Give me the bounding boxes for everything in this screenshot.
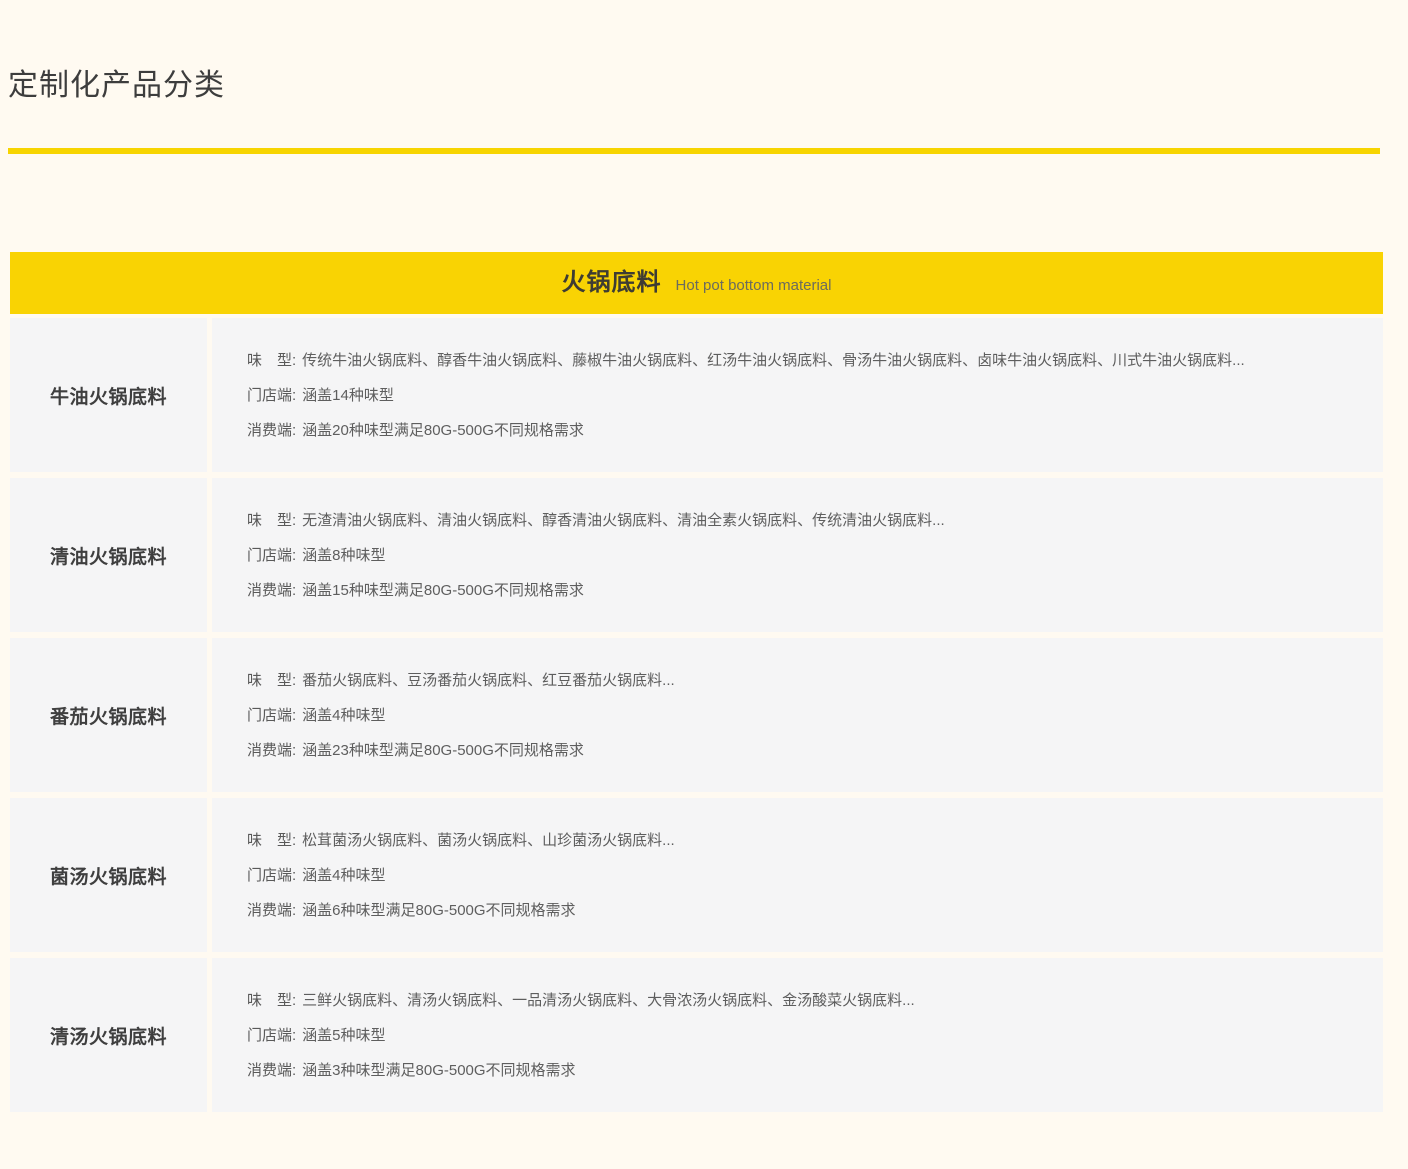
detail-label: 味 型: [247, 352, 296, 369]
detail-label: 消费端: [247, 582, 296, 599]
detail-label: 门店端: [247, 707, 296, 724]
detail-label: 消费端: [247, 422, 296, 439]
detail-value: 无渣清油火锅底料、清油火锅底料、醇香清油火锅底料、清油全素火锅底料、传统清油火锅… [302, 512, 945, 529]
detail-value: 涵盖4种味型 [302, 707, 385, 724]
detail-label: 消费端: [247, 742, 296, 759]
detail-line-store: 门店端: 涵盖14种味型 [247, 386, 1363, 405]
detail-line-consumer: 消费端: 涵盖15种味型满足80G-500G不同规格需求 [247, 581, 1363, 600]
page: 定制化产品分类 火锅底料 Hot pot bottom material 牛油火… [0, 70, 1408, 1169]
detail-label: 味 型: [247, 672, 296, 689]
page-title: 定制化产品分类 [8, 70, 1408, 102]
detail-line-flavor: 味 型: 番茄火锅底料、豆汤番茄火锅底料、红豆番茄火锅底料... [247, 671, 1363, 690]
hotpot-section: 火锅底料 Hot pot bottom material 牛油火锅底料 味 型:… [10, 252, 1383, 1112]
detail-label: 味 型: [247, 832, 296, 849]
detail-label: 味 型: [247, 992, 296, 1009]
detail-value: 传统牛油火锅底料、醇香牛油火锅底料、藤椒牛油火锅底料、红汤牛油火锅底料、骨汤牛油… [302, 352, 1245, 369]
section-header: 火锅底料 Hot pot bottom material [10, 252, 1383, 314]
detail-value: 三鲜火锅底料、清汤火锅底料、一品清汤火锅底料、大骨浓汤火锅底料、金汤酸菜火锅底料… [302, 992, 915, 1009]
detail-label: 消费端: [247, 902, 296, 919]
section-title-en: Hot pot bottom material [676, 255, 832, 317]
detail-line-flavor: 味 型: 传统牛油火锅底料、醇香牛油火锅底料、藤椒牛油火锅底料、红汤牛油火锅底料、… [247, 351, 1363, 370]
detail-value: 涵盖14种味型 [302, 387, 394, 404]
detail-line-store: 门店端: 涵盖8种味型 [247, 546, 1363, 565]
detail-value: 涵盖4种味型 [302, 867, 385, 884]
category-name: 菌汤火锅底料 [10, 798, 207, 952]
yellow-divider [8, 148, 1380, 154]
detail-line-consumer: 消费端: 涵盖6种味型满足80G-500G不同规格需求 [247, 901, 1363, 920]
category-row-beef-tallow: 牛油火锅底料 味 型: 传统牛油火锅底料、醇香牛油火锅底料、藤椒牛油火锅底料、红汤… [10, 318, 1383, 472]
detail-label: 消费端: [247, 1062, 296, 1079]
detail-line-store: 门店端: 涵盖4种味型 [247, 866, 1363, 885]
detail-line-flavor: 味 型: 三鲜火锅底料、清汤火锅底料、一品清汤火锅底料、大骨浓汤火锅底料、金汤酸菜… [247, 991, 1363, 1010]
category-details: 味 型: 三鲜火锅底料、清汤火锅底料、一品清汤火锅底料、大骨浓汤火锅底料、金汤酸菜… [212, 958, 1383, 1112]
detail-value: 松茸菌汤火锅底料、菌汤火锅底料、山珍菌汤火锅底料... [302, 832, 675, 849]
detail-value: 涵盖3种味型满足80G-500G不同规格需求 [302, 1062, 575, 1079]
section-title-cn: 火锅底料 [562, 252, 662, 314]
category-details: 味 型: 传统牛油火锅底料、醇香牛油火锅底料、藤椒牛油火锅底料、红汤牛油火锅底料、… [212, 318, 1383, 472]
detail-line-consumer: 消费端: 涵盖23种味型满足80G-500G不同规格需求 [247, 741, 1363, 760]
category-details: 味 型: 无渣清油火锅底料、清油火锅底料、醇香清油火锅底料、清油全素火锅底料、传统… [212, 478, 1383, 632]
category-name: 清汤火锅底料 [10, 958, 207, 1112]
detail-line-store: 门店端: 涵盖4种味型 [247, 706, 1363, 725]
detail-label: 门店端: [247, 387, 296, 404]
category-name: 牛油火锅底料 [10, 318, 207, 472]
detail-value: 涵盖20种味型满足80G-500G不同规格需求 [302, 422, 584, 439]
category-row-clear-soup: 清汤火锅底料 味 型: 三鲜火锅底料、清汤火锅底料、一品清汤火锅底料、大骨浓汤火锅… [10, 958, 1383, 1112]
category-details: 味 型: 番茄火锅底料、豆汤番茄火锅底料、红豆番茄火锅底料... 门店端: 涵盖4种… [212, 638, 1383, 792]
category-name: 番茄火锅底料 [10, 638, 207, 792]
detail-value: 涵盖8种味型 [302, 547, 385, 564]
detail-value: 涵盖5种味型 [302, 1027, 385, 1044]
detail-line-flavor: 味 型: 无渣清油火锅底料、清油火锅底料、醇香清油火锅底料、清油全素火锅底料、传统… [247, 511, 1363, 530]
category-row-tomato: 番茄火锅底料 味 型: 番茄火锅底料、豆汤番茄火锅底料、红豆番茄火锅底料... 门… [10, 638, 1383, 792]
detail-value: 涵盖6种味型满足80G-500G不同规格需求 [302, 902, 575, 919]
detail-label: 门店端: [247, 547, 296, 564]
category-row-clear-oil: 清油火锅底料 味 型: 无渣清油火锅底料、清油火锅底料、醇香清油火锅底料、清油全素… [10, 478, 1383, 632]
detail-value: 涵盖23种味型满足80G-500G不同规格需求 [302, 742, 584, 759]
category-row-mushroom-soup: 菌汤火锅底料 味 型: 松茸菌汤火锅底料、菌汤火锅底料、山珍菌汤火锅底料... 门… [10, 798, 1383, 952]
category-name: 清油火锅底料 [10, 478, 207, 632]
detail-label: 门店端: [247, 1027, 296, 1044]
detail-line-consumer: 消费端: 涵盖3种味型满足80G-500G不同规格需求 [247, 1061, 1363, 1080]
detail-line-flavor: 味 型: 松茸菌汤火锅底料、菌汤火锅底料、山珍菌汤火锅底料... [247, 831, 1363, 850]
detail-label: 门店端: [247, 867, 296, 884]
category-details: 味 型: 松茸菌汤火锅底料、菌汤火锅底料、山珍菌汤火锅底料... 门店端: 涵盖4种… [212, 798, 1383, 952]
detail-line-consumer: 消费端: 涵盖20种味型满足80G-500G不同规格需求 [247, 421, 1363, 440]
detail-value: 涵盖15种味型满足80G-500G不同规格需求 [302, 582, 584, 599]
detail-value: 番茄火锅底料、豆汤番茄火锅底料、红豆番茄火锅底料... [302, 672, 675, 689]
detail-label: 味 型: [247, 512, 296, 529]
detail-line-store: 门店端: 涵盖5种味型 [247, 1026, 1363, 1045]
